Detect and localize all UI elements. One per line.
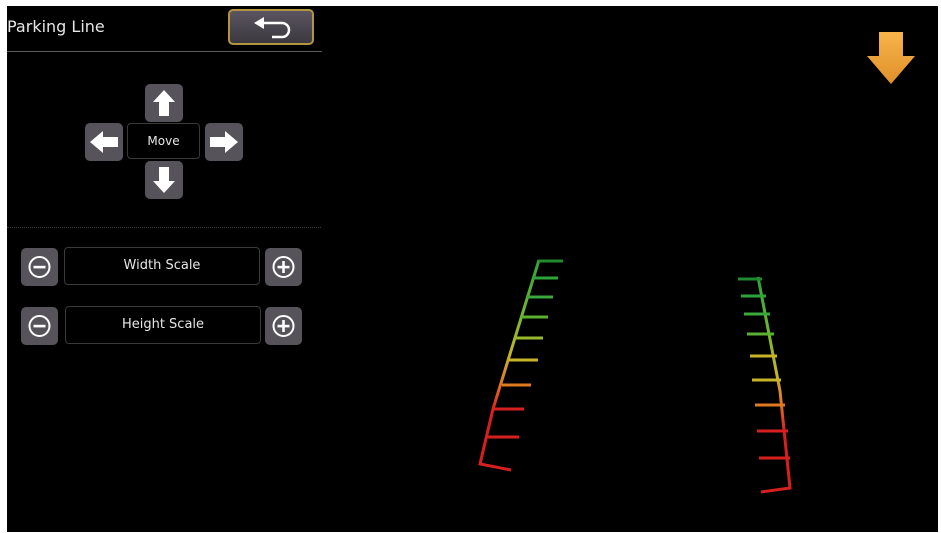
parking-guide-lines [478,259,792,494]
left-guide-ticks [487,259,563,439]
camera-view: Parking Line Move Width Scale Height Sca… [7,6,938,532]
right-guide-rail [756,276,792,494]
